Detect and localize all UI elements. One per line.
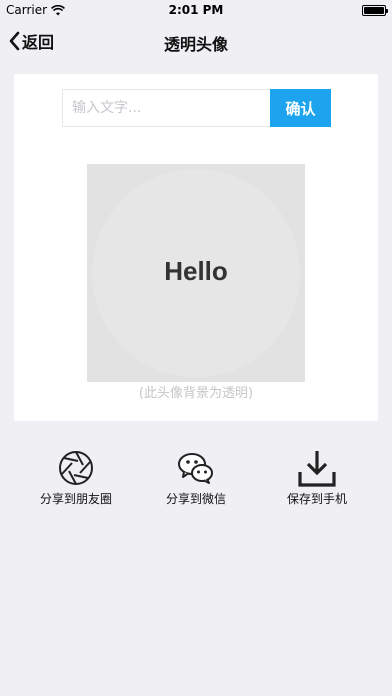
- text-input-row: 确认: [62, 89, 331, 127]
- nav-bar: 返回 透明头像: [0, 20, 392, 64]
- share-moments-label: 分享到朋友圈: [39, 492, 112, 506]
- wechat-icon: [178, 453, 213, 484]
- editor-card: 确认 Hello (此头像背景为透明): [14, 74, 378, 421]
- status-time: 2:01 PM: [168, 3, 224, 17]
- save-to-phone-label: 保存到手机: [286, 492, 347, 506]
- camera-aperture-icon: [59, 451, 93, 485]
- page-title: 透明头像: [163, 35, 228, 54]
- confirm-button[interactable]: 确认: [270, 89, 331, 127]
- share-actions: 分享到朋友圈 分享到微信 保存到手机: [0, 448, 392, 518]
- avatar-preview: Hello: [87, 164, 305, 382]
- battery-level: [364, 7, 384, 14]
- transparent-hint: (此头像背景为透明): [138, 386, 254, 401]
- share-wechat-button[interactable]: 分享到微信: [141, 448, 251, 507]
- share-wechat-label: 分享到微信: [165, 492, 226, 506]
- avatar-text: Hello: [164, 256, 228, 286]
- download-icon: [298, 451, 336, 487]
- text-input[interactable]: [62, 89, 270, 127]
- share-moments-button[interactable]: 分享到朋友圈: [21, 448, 131, 507]
- status-bar: Carrier 2:01 PM: [0, 0, 392, 20]
- battery-icon: [362, 5, 388, 16]
- save-to-phone-button[interactable]: 保存到手机: [262, 448, 372, 507]
